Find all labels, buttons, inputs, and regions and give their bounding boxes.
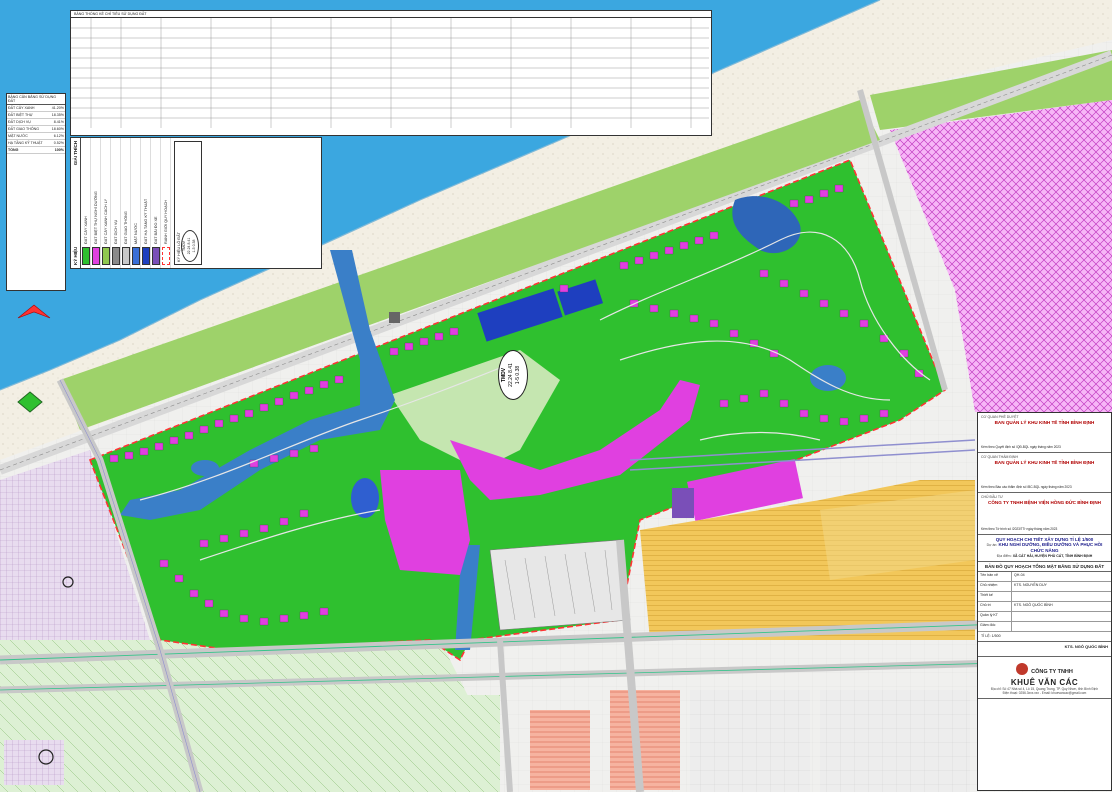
company-contact: Điện thoại: 0256.3xxx.xxx - Email: khuev… [1002, 691, 1087, 695]
salmon-zone-1 [610, 690, 680, 790]
legend-item: ĐẤT CÂY XANH [81, 138, 91, 268]
appraisal-note: Kèm theo Báo cáo thẩm định số /BC-BQL ng… [981, 485, 1072, 489]
legend-swatch [81, 247, 90, 265]
legend-swatch [161, 247, 170, 265]
bottom-grid-block-2 [690, 690, 810, 792]
approval-agency: BAN QUẢN LÝ KHU KINH TẾ TỈNH BÌNH ĐỊNH [994, 420, 1095, 425]
area-row: ĐẤT DỊCH VỤ 8.41% [7, 120, 65, 126]
area-row: HẠ TẦNG KỸ THUẬT 0.52% [7, 141, 65, 147]
land-use-statistics-table: BẢNG THỐNG KÊ CHỈ TIÊU SỬ DỤNG ĐẤT [70, 10, 712, 136]
legend-swatch [151, 247, 160, 265]
legend-title: KÝ HIỆU [73, 246, 78, 265]
zone-label-tmdv: TMDV 22.24 8.41 1-5 0.38 [498, 350, 528, 400]
scale-section: TỈ LỆ: 1/500 [978, 632, 1111, 642]
purple-block [672, 488, 694, 518]
appraisal-section: CƠ QUAN THẨM ĐỊNH BAN QUẢN LÝ KHU KINH T… [978, 453, 1111, 493]
director-section: KTS. NGÔ QUỐC BÌNH [978, 642, 1111, 657]
big-table-grid [71, 18, 709, 128]
drawing-title-section: BẢN ĐỒ QUY HOẠCH TỔNG MẶT BẰNG SỬ DỤNG Đ… [978, 562, 1111, 572]
zone-line-3: 1-5 0.38 [515, 365, 521, 385]
area-row: ĐẤT BIỆT THỰ 18.35% [7, 113, 65, 119]
project-name: KHU NGHỈ DƯỠNG, ĐIỀU DƯỠNG VÀ PHỤC HỒI C… [998, 542, 1103, 553]
title-block: CƠ QUAN PHÊ DUYỆT BAN QUẢN LÝ KHU KINH T… [977, 412, 1112, 791]
company-logo-icon [1016, 662, 1029, 675]
legend-item: MẶT NƯỚC [131, 138, 141, 268]
legend-item: ĐẤT BÃI ĐỖ XE [151, 138, 161, 268]
legend-swatch [91, 247, 100, 265]
approval-note: Kèm theo Quyết định số /QĐ-BQL ngày thán… [981, 445, 1061, 449]
appraisal-agency: BAN QUẢN LÝ KHU KINH TẾ TỈNH BÌNH ĐỊNH [994, 460, 1095, 465]
bottom-grid-block-3 [820, 690, 970, 792]
scale: TỈ LỆ: 1/500 [981, 634, 1001, 638]
big-table-title: BẢNG THỐNG KÊ CHỈ TIÊU SỬ DỤNG ĐẤT [71, 11, 711, 18]
sheet-info-grid: Tên bản vẽ QH-04 Chủ nhiệm KTS. NGUYỄN DUY… [978, 572, 1111, 632]
legend-swatch [121, 247, 130, 265]
area-row: ĐẤT GIAO THÔNG 18.60% [7, 127, 65, 133]
company-line-1: CÔNG TY TNHH [1031, 669, 1073, 675]
zone-code: TMDV [501, 367, 507, 383]
salmon-zone-2 [530, 710, 590, 790]
investor-note: Kèm theo Tờ trình số /2023/TTr ngày thán… [981, 527, 1058, 531]
bottom-lavender-block [4, 740, 64, 785]
land-balance-table: BẢNG CÂN BẰNG SỬ DỤNG ĐẤT ĐẤT CÂY XANH 41… [6, 93, 66, 291]
pond-1 [810, 365, 846, 391]
company-line-2: KHUÊ VĂN CÁC [1010, 678, 1079, 687]
area-table-title: BẢNG CÂN BẰNG SỬ DỤNG ĐẤT [7, 94, 65, 105]
area-row: ĐẤT CÂY XANH 41.20% [7, 106, 65, 112]
lot-symbol-circle: TMDV 22.24 8.41 1-5 0.38 [181, 230, 199, 262]
drawing-title: BẢN ĐỒ QUY HOẠCH TỔNG MẶT BẰNG SỬ DỤNG Đ… [984, 564, 1105, 569]
legend-swatch [131, 247, 140, 265]
project-section: QUY HOẠCH CHI TIẾT XÂY DỰNG TỈ LỆ 1/500 … [978, 535, 1111, 562]
legend-item: RANH GIỚI QUY HOẠCH [161, 138, 171, 268]
legend-item: ĐẤT CÂY XANH CÁCH LY [101, 138, 111, 268]
lot-symbol-explainer: KÝ HIỆU LÔ ĐẤT TMDV 22.24 8.41 1-5 0.38 [174, 141, 202, 265]
map-legend: KÝ HIỆU GIẢI THÍCH ĐẤT CÂY XANH ĐẤT BIỆT … [70, 137, 322, 269]
grey-square-marker [389, 312, 400, 323]
company-block: CÔNG TY TNHH KHUÊ VĂN CÁC Địa chỉ: Số 47… [978, 657, 1111, 699]
legend-swatch [141, 247, 150, 265]
legend-swatch [101, 247, 110, 265]
legend-title-2: GIẢI THÍCH [73, 141, 78, 166]
area-row: MẶT NƯỚC 6.12% [7, 134, 65, 140]
area-row: TỔNG 100% [7, 148, 65, 154]
legend-item: ĐẤT HẠ TẦNG KỸ THUẬT [141, 138, 151, 268]
pond-2 [191, 460, 219, 476]
investor-section: CHỦ ĐẦU TƯ CÔNG TY TNHH BỆNH VIỆN HỒNG Đ… [978, 493, 1111, 535]
legend-swatch [111, 247, 120, 265]
zone-line-2: 22.24 8.41 [508, 363, 514, 387]
pond-3 [351, 478, 379, 518]
project-location: XÃ CÁT HẢI, HUYỆN PHÙ CÁT, TỈNH BÌNH ĐỊN… [1012, 554, 1093, 558]
investor: CÔNG TY TNHH BỆNH VIỆN HỒNG ĐỨC BÌNH ĐỊN… [988, 500, 1101, 505]
legend-item: ĐẤT GIAO THÔNG [121, 138, 131, 268]
director-name: KTS. NGÔ QUỐC BÌNH [1064, 644, 1108, 649]
bottom-grid-block [380, 695, 500, 792]
legend-item: ĐẤT DỊCH VỤ [111, 138, 121, 268]
approval-section: CƠ QUAN PHÊ DUYỆT BAN QUẢN LÝ KHU KINH T… [978, 413, 1111, 453]
legend-item: ĐẤT BIỆT THỰ NGHỈ DƯỠNG [91, 138, 101, 268]
